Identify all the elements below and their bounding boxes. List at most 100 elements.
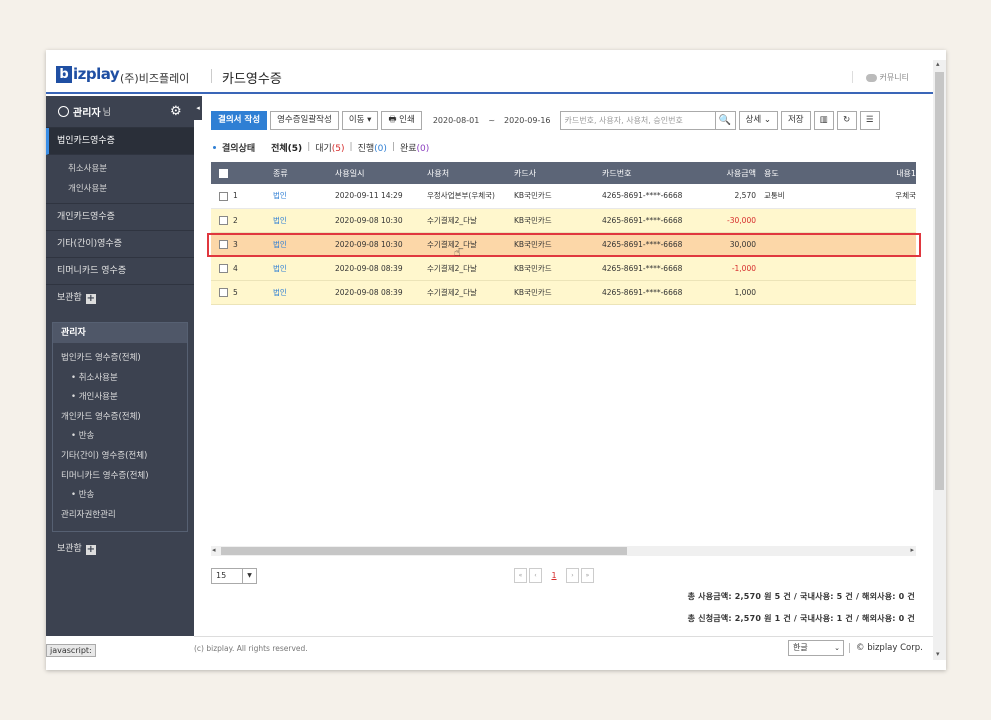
vertical-scrollbar[interactable]: ▴ ▾: [933, 60, 946, 660]
status-progress-count: (0): [374, 143, 387, 154]
date-from[interactable]: 2020-08-01: [433, 116, 480, 125]
scroll-left-icon[interactable]: ◂: [212, 546, 216, 554]
admin-panel-list: 법인카드 영수증(전체) • 취소사용분 • 개인사용분 개인카드 영수증(전체…: [53, 343, 187, 531]
row-amount: 2,570: [698, 184, 764, 209]
row-type[interactable]: 법인: [273, 256, 335, 281]
status-done-label: 완료: [399, 143, 417, 154]
header-amount[interactable]: 사용금액: [698, 162, 764, 184]
print-button[interactable]: 🖶 인쇄: [381, 110, 422, 130]
sidebar-item-tmoney[interactable]: 티머니카드 영수증: [46, 258, 194, 285]
row-checkbox[interactable]: [219, 215, 228, 225]
row-datetime: 2020-09-08 10:30: [335, 208, 427, 233]
row-checkbox-cell: [211, 256, 233, 281]
save-button[interactable]: 저장: [780, 110, 811, 130]
admin-item-return-2[interactable]: • 반송: [53, 486, 187, 506]
row-type[interactable]: 법인: [273, 280, 335, 305]
header-datetime[interactable]: 사용일시: [335, 162, 427, 184]
scroll-down-icon[interactable]: ▾: [936, 650, 940, 658]
table-row[interactable]: 1 법인 2020-09-11 14:29 우정사업본부(우체국) KB국민카드…: [211, 184, 916, 209]
sidebar-storage-2[interactable]: 보관함 +: [46, 536, 194, 563]
chart-icon[interactable]: ▥: [813, 110, 834, 130]
row-purpose: 교통비: [764, 184, 812, 209]
write-resolution-button[interactable]: 결의서 작성: [211, 110, 268, 130]
sidebar-collapse-toggle[interactable]: ◂: [194, 96, 202, 120]
header-card-company[interactable]: 카드사: [514, 162, 602, 184]
search-input[interactable]: 카드번호, 사용자, 사용처, 승인번호: [561, 112, 715, 129]
table-row[interactable]: 5 법인 2020-09-08 08:39 수기결제2_다날 KB국민카드 42…: [211, 280, 916, 305]
date-to[interactable]: 2020-09-16: [504, 116, 551, 125]
bizplay-logo[interactable]: b izplay: [56, 65, 120, 83]
sidebar-item-corporate-card[interactable]: 법인카드영수증: [46, 128, 194, 155]
row-card-number: 4265-8691-****-6668: [602, 256, 698, 281]
admin-panel-title: 관리자: [53, 323, 187, 343]
first-page-icon[interactable]: «: [514, 568, 527, 583]
admin-item-permissions[interactable]: 관리자권한관리: [53, 506, 187, 526]
detail-button[interactable]: 상세 ⌄: [738, 110, 778, 130]
page-size-select[interactable]: 15 ▼: [211, 568, 257, 584]
language-select[interactable]: 한글 ⌄: [788, 640, 844, 656]
horizontal-scroll-thumb[interactable]: [221, 547, 627, 555]
horizontal-scrollbar[interactable]: ◂ ▸: [211, 546, 916, 556]
row-type[interactable]: 법인: [273, 184, 335, 209]
header-memo[interactable]: 내용1: [812, 162, 916, 184]
refresh-icon[interactable]: ↻: [836, 110, 857, 130]
status-divider: |: [391, 142, 395, 152]
row-checkbox[interactable]: [219, 287, 228, 297]
last-page-icon[interactable]: »: [581, 568, 594, 583]
status-progress[interactable]: 진행(0): [358, 141, 387, 154]
batch-write-button[interactable]: 영수증일괄작성: [270, 110, 339, 130]
status-all[interactable]: 전체(5): [271, 141, 302, 154]
current-page[interactable]: 1: [544, 571, 564, 580]
row-type[interactable]: 법인: [273, 208, 335, 233]
status-done[interactable]: 완료(0): [400, 141, 429, 154]
admin-item-cancel[interactable]: • 취소사용분: [53, 369, 187, 389]
chevron-down-icon: ⌄: [834, 644, 840, 652]
plus-icon[interactable]: +: [85, 293, 96, 304]
table-row[interactable]: 2 법인 2020-09-08 10:30 수기결제2_다날 KB국민카드 42…: [211, 208, 916, 233]
admin-item-personal-all[interactable]: 개인카드 영수증(전체): [53, 408, 187, 428]
community-link[interactable]: 커뮤니티: [865, 72, 909, 83]
sidebar-sub-cancel[interactable]: 취소사용분: [46, 159, 194, 179]
row-amount: -1,000: [698, 256, 764, 281]
scroll-up-icon[interactable]: ▴: [936, 60, 940, 68]
admin-bar: 관리자 님 ⚙: [46, 96, 194, 128]
sidebar-item-other-receipt[interactable]: 기타(간이)영수증: [46, 231, 194, 258]
admin-panel: 관리자 법인카드 영수증(전체) • 취소사용분 • 개인사용분 개인카드 영수…: [52, 322, 188, 533]
sidebar-storage[interactable]: 보관함 +: [46, 285, 194, 312]
vertical-scroll-thumb[interactable]: [935, 72, 944, 490]
search-icon[interactable]: 🔍: [714, 111, 735, 129]
admin-item-personal-use[interactable]: • 개인사용분: [53, 388, 187, 408]
scroll-right-icon[interactable]: ▸: [910, 546, 914, 554]
header-purpose[interactable]: 용도: [764, 162, 812, 184]
row-purpose: [764, 208, 812, 233]
row-memo: [812, 280, 916, 305]
header-card-number[interactable]: 카드번호: [602, 162, 698, 184]
row-card-company: KB국민카드: [514, 208, 602, 233]
status-waiting[interactable]: 대기(5): [315, 141, 344, 154]
list-icon[interactable]: ☰: [859, 110, 880, 130]
admin-item-tmoney-all[interactable]: 티머니카드 영수증(전체): [53, 467, 187, 487]
prev-page-icon[interactable]: ‹: [529, 568, 542, 583]
admin-item-corporate-all[interactable]: 법인카드 영수증(전체): [53, 349, 187, 369]
admin-item-other-all[interactable]: 기타(간이) 영수증(전체): [53, 447, 187, 467]
row-checkbox[interactable]: [219, 263, 228, 273]
move-button[interactable]: 이동 ▾: [341, 110, 379, 130]
logo-text: izplay: [73, 65, 120, 83]
select-all-checkbox[interactable]: [219, 168, 228, 178]
row-memo: [812, 208, 916, 233]
table-row[interactable]: 4 법인 2020-09-08 08:39 수기결제2_다날 KB국민카드 42…: [211, 256, 916, 281]
print-label: 인쇄: [399, 114, 415, 125]
sidebar-item-personal-card[interactable]: 개인카드영수증: [46, 204, 194, 231]
row-card-number: 4265-8691-****-6668: [602, 280, 698, 305]
header-type[interactable]: 종류: [273, 162, 335, 184]
admin-item-return-1[interactable]: • 반송: [53, 427, 187, 447]
header-place[interactable]: 사용처: [427, 162, 514, 184]
plus-icon[interactable]: +: [85, 544, 96, 555]
copyright: (c) bizplay. All rights reserved.: [194, 644, 308, 653]
row-checkbox[interactable]: [219, 191, 228, 201]
next-page-icon[interactable]: ›: [566, 568, 579, 583]
gear-icon[interactable]: ⚙: [170, 105, 183, 118]
status-filter: 결의상태 전체(5) | 대기(5) | 진행(0) | 완료(0): [211, 140, 916, 154]
sidebar-sub-personal[interactable]: 개인사용분: [46, 179, 194, 199]
row-purpose: [764, 280, 812, 305]
